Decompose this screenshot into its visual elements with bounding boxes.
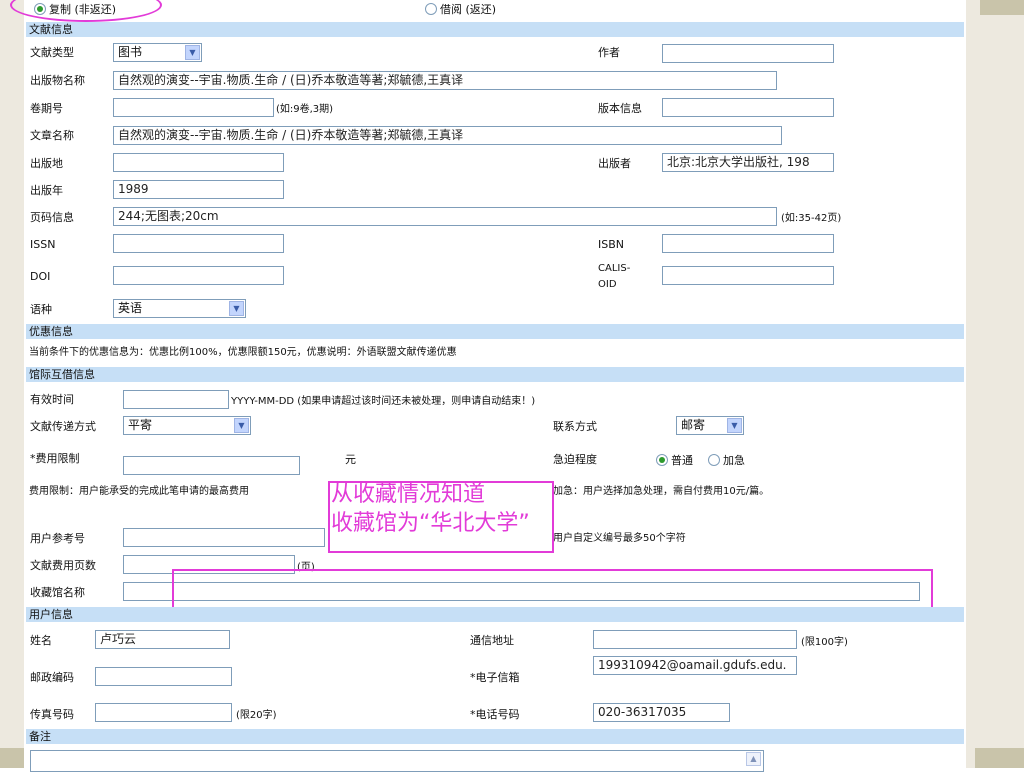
- annotation-line-2: 收藏馆为“华北大学”: [331, 511, 530, 536]
- ill-section-header: 馆际互借信息: [26, 367, 964, 382]
- doi-label: DOI: [30, 270, 51, 283]
- borrow-radio[interactable]: [425, 3, 437, 15]
- chevron-down-icon: ▼: [727, 418, 742, 433]
- slide-right-panel: [966, 0, 1024, 768]
- doc-section-header: 文献信息: [26, 22, 964, 37]
- user-section-header: 用户信息: [26, 607, 964, 622]
- zip-input[interactable]: [95, 667, 232, 686]
- borrow-radio-option[interactable]: 借阅 (返还): [425, 3, 496, 17]
- volume-input[interactable]: [113, 98, 274, 117]
- fee-limit-input[interactable]: [123, 456, 300, 475]
- calis-oid-input[interactable]: [662, 266, 834, 285]
- place-input[interactable]: [113, 153, 284, 172]
- address-hint: (限100字): [801, 637, 848, 648]
- highlight-ellipse: [10, 0, 162, 22]
- scroll-up-icon[interactable]: ▲: [746, 752, 761, 766]
- volume-label: 卷期号: [30, 102, 63, 115]
- fax-input[interactable]: [95, 703, 232, 722]
- urgency-rush-option[interactable]: 加急: [708, 454, 745, 468]
- reference-number-input[interactable]: [123, 528, 325, 547]
- article-label: 文章名称: [30, 129, 74, 142]
- discount-section-header: 优惠信息: [26, 324, 964, 339]
- reference-number-label: 用户参考号: [30, 532, 85, 545]
- article-input[interactable]: 自然观的演变--宇宙.物质.生命 / (日)乔本敬造等著;郑毓德,王真译: [113, 126, 782, 145]
- urgency-normal-option[interactable]: 普通: [656, 454, 693, 468]
- slide-left-panel: [0, 0, 24, 768]
- fee-limit-note: 费用限制：用户能承受的完成此笔申请的最高费用: [29, 486, 249, 497]
- urgency-normal-radio[interactable]: [656, 454, 668, 466]
- remarks-section-header: 备注: [26, 729, 964, 744]
- phone-input[interactable]: 020-36317035: [593, 703, 730, 722]
- valid-time-hint: YYYY-MM-DD (如果申请超过该时间还未被处理，则申请自动结束！): [231, 396, 536, 407]
- isbn-input[interactable]: [662, 234, 834, 253]
- pages-label: 页码信息: [30, 211, 74, 224]
- slide-right-top-band: [980, 0, 1024, 15]
- delivery-method-select[interactable]: 平寄 ▼: [123, 416, 251, 435]
- calis-label-line2: OID: [598, 279, 617, 290]
- slide-right-bottom-band: [975, 748, 1024, 768]
- valid-time-label: 有效时间: [30, 393, 74, 406]
- year-input[interactable]: 1989: [113, 180, 284, 199]
- chevron-down-icon: ▼: [229, 301, 244, 316]
- issn-label: ISSN: [30, 238, 56, 251]
- year-label: 出版年: [30, 184, 63, 197]
- reference-number-hint: 用户自定义编号最多50个字符: [553, 533, 686, 544]
- edition-label: 版本信息: [598, 102, 642, 115]
- urgency-label: 急迫程度: [553, 453, 597, 466]
- contact-method-select[interactable]: 邮寄 ▼: [676, 416, 744, 435]
- calis-label-line1: CALIS-: [598, 263, 631, 274]
- library-name-label: 收藏馆名称: [30, 586, 85, 599]
- fee-limit-label: *费用限制: [30, 452, 80, 465]
- zip-label: 邮政编码: [30, 671, 74, 684]
- doc-type-select[interactable]: 图书 ▼: [113, 43, 202, 62]
- issn-input[interactable]: [113, 234, 284, 253]
- name-label: 姓名: [30, 634, 52, 647]
- remarks-textarea[interactable]: [30, 750, 764, 772]
- email-label: *电子信箱: [470, 671, 520, 684]
- valid-time-input[interactable]: [123, 390, 229, 409]
- pub-name-label: 出版物名称: [30, 74, 85, 87]
- pages-input[interactable]: 244;无图表;20cm: [113, 207, 777, 226]
- chevron-down-icon: ▼: [234, 418, 249, 433]
- fee-pages-label: 文献费用页数: [30, 559, 96, 572]
- pages-hint: (如:35-42页): [781, 213, 842, 224]
- volume-hint: (如:9卷,3期): [276, 104, 334, 115]
- phone-label: *电话号码: [470, 708, 520, 721]
- pub-name-input[interactable]: 自然观的演变--宇宙.物质.生命 / (日)乔本敬造等著;郑毓德,王真译: [113, 71, 777, 90]
- address-input[interactable]: [593, 630, 797, 649]
- edition-input[interactable]: [662, 98, 834, 117]
- rush-note: 加急：用户选择加急处理，需自付费用10元/篇。: [553, 486, 770, 497]
- doi-input[interactable]: [113, 266, 284, 285]
- email-input[interactable]: 199310942@oamail.gdufs.edu.: [593, 656, 797, 675]
- language-select[interactable]: 英语 ▼: [113, 299, 246, 318]
- place-label: 出版地: [30, 157, 63, 170]
- fee-unit: 元: [345, 453, 356, 466]
- contact-method-label: 联系方式: [553, 420, 597, 433]
- delivery-method-label: 文献传递方式: [30, 420, 96, 433]
- chevron-down-icon: ▼: [185, 45, 200, 60]
- author-label: 作者: [598, 46, 620, 59]
- fax-label: 传真号码: [30, 708, 74, 721]
- slide-left-bottom-band: [0, 748, 24, 768]
- fax-hint: (限20字): [236, 710, 277, 721]
- publisher-input[interactable]: 北京:北京大学出版社, 198: [662, 153, 834, 172]
- isbn-label: ISBN: [598, 238, 625, 251]
- annotation-line-1: 从收藏情况知道: [331, 482, 486, 507]
- discount-text: 当前条件下的优惠信息为：优惠比例100%，优惠限额150元，优惠说明：外语联盟文…: [29, 347, 457, 358]
- doc-type-label: 文献类型: [30, 46, 74, 59]
- author-input[interactable]: [662, 44, 834, 63]
- urgency-rush-radio[interactable]: [708, 454, 720, 466]
- name-input[interactable]: 卢巧云: [95, 630, 230, 649]
- publisher-label: 出版者: [598, 157, 631, 170]
- language-label: 语种: [30, 303, 52, 316]
- address-label: 通信地址: [470, 634, 514, 647]
